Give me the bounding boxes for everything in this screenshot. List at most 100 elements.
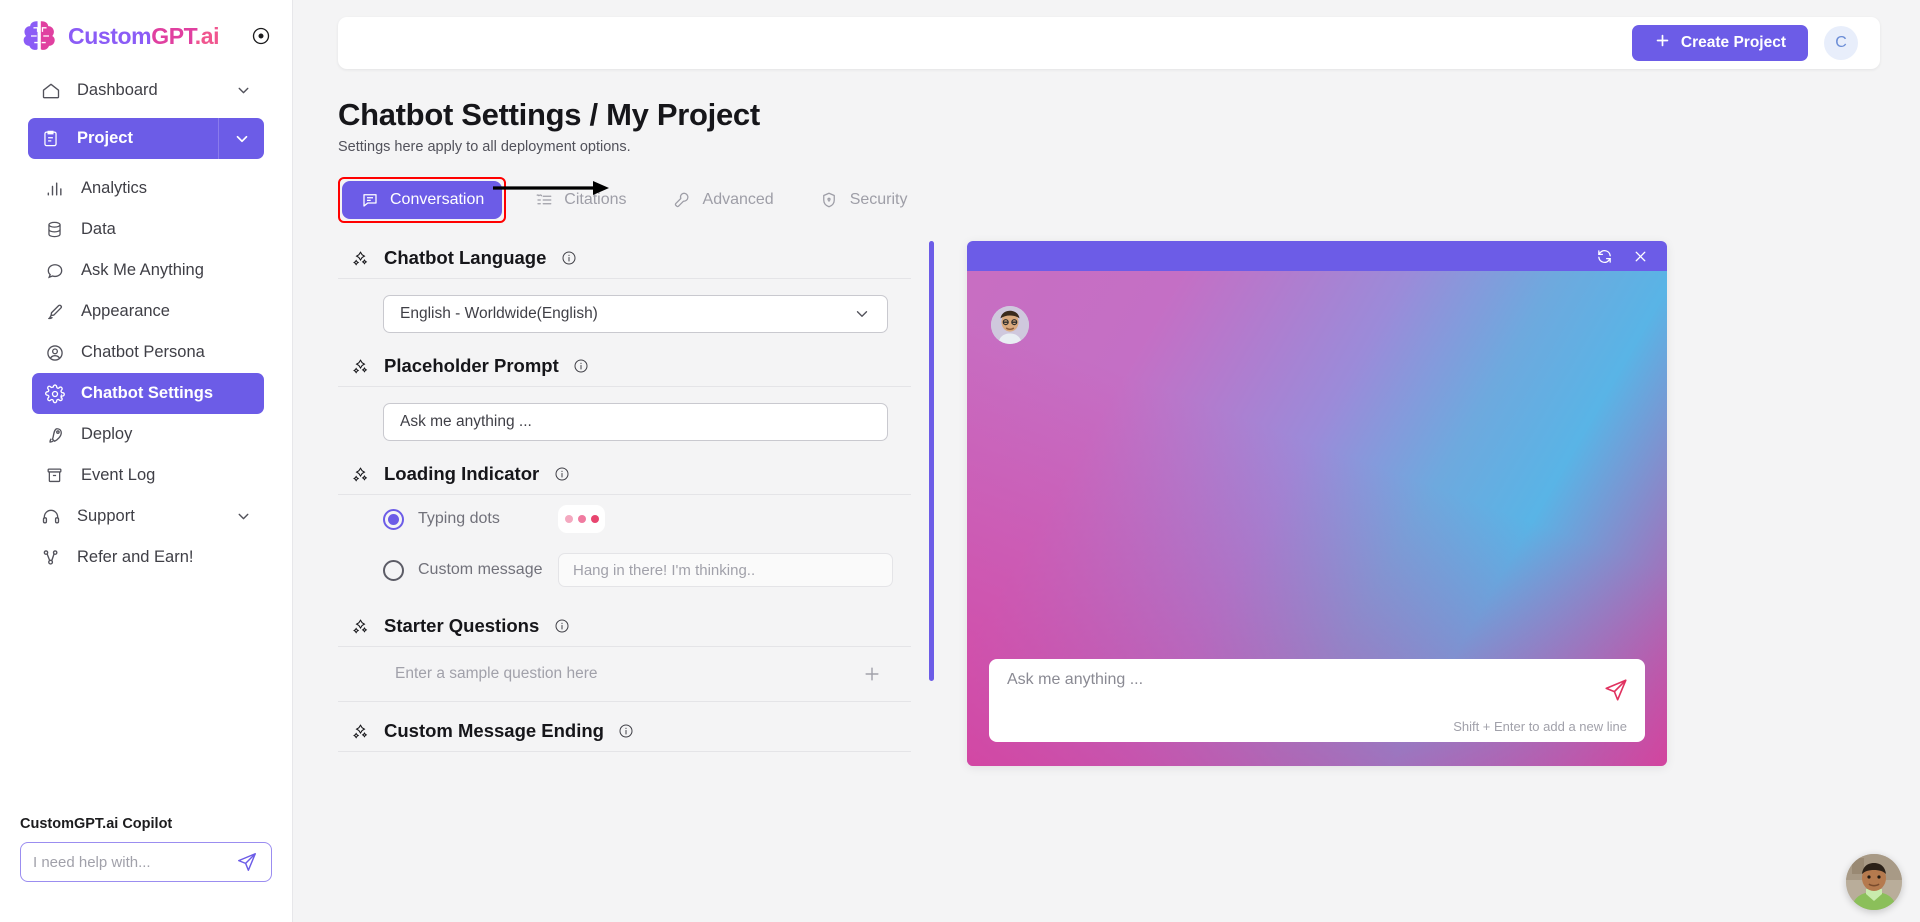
sparkle-icon [350,356,370,376]
section-custom-message-ending-header: Custom Message Ending [338,714,911,752]
tab-advanced[interactable]: Advanced [655,181,792,219]
section-placeholder-prompt-header: Placeholder Prompt [338,349,911,387]
bot-avatar-icon [991,306,1029,344]
tab-security[interactable]: Security [802,181,926,219]
refresh-icon[interactable] [1595,247,1613,265]
page-title: Chatbot Settings / My Project [338,97,760,132]
top-bar: Create Project C [338,17,1880,69]
sidebar-item-chatbot-persona[interactable]: Chatbot Persona [32,332,264,373]
copilot-input-box[interactable] [20,842,272,882]
placeholder-prompt-input[interactable] [400,413,871,431]
tab-label: Security [849,191,908,208]
starter-question-input[interactable] [395,665,861,683]
paper-plane-icon[interactable] [235,850,259,874]
sidebar-item-dashboard[interactable]: Dashboard [28,70,264,111]
loading-option-custom-message-row: Custom message [338,543,911,597]
sidebar-item-label: Chatbot Persona [81,343,205,361]
database-icon [44,219,65,240]
copilot-title: CustomGPT.ai Copilot [20,816,173,832]
sidebar-item-analytics[interactable]: Analytics [32,168,264,209]
sidebar-item-label: Dashboard [77,81,158,99]
chevron-down-icon[interactable] [853,305,871,323]
sidebar-item-label: Refer and Earn! [77,548,194,566]
plus-icon[interactable] [861,663,883,685]
chat-widget-header [967,241,1667,271]
chatbot-language-value: English - Worldwide(English) [400,305,598,322]
rocket-icon [44,424,65,445]
chat-input-card[interactable]: Ask me anything ... Shift + Enter to add… [989,659,1645,742]
gear-icon [44,383,65,404]
settings-scrollbar[interactable] [929,241,934,681]
info-icon[interactable] [553,466,570,483]
info-icon[interactable] [573,358,590,375]
custom-message-input[interactable] [573,561,878,579]
sparkle-icon [350,248,370,268]
tab-conversation[interactable]: Conversation [342,181,503,219]
info-icon[interactable] [618,723,635,740]
sidebar-item-label: Project [77,129,133,147]
custom-message-input-wrap[interactable] [558,553,893,587]
sidebar-item-label: Analytics [81,179,148,197]
sidebar-nav: Dashboard Project Analytics Data Ask Me … [0,64,292,578]
brand-name-part2: GPT [151,22,195,49]
home-icon [40,80,61,101]
tab-label: Advanced [702,191,774,208]
sidebar-item-support[interactable]: Support [28,496,264,537]
brand-name-part3: .ai [194,22,220,49]
project-expand-button[interactable] [218,118,264,159]
radio-label: Typing dots [418,510,500,527]
sidebar-item-event-log[interactable]: Event Log [32,455,264,496]
loading-option-typing-dots-row: Typing dots [338,495,911,543]
plus-icon [1654,32,1671,54]
conversation-icon [360,191,379,210]
placeholder-prompt-input-wrap[interactable] [383,403,888,441]
chevron-down-icon[interactable] [234,508,252,526]
brain-icon [20,18,60,54]
section-title: Custom Message Ending [384,720,604,741]
close-icon[interactable] [1631,247,1649,265]
sidebar-item-chatbot-settings[interactable]: Chatbot Settings [32,373,264,414]
bar-chart-icon [44,178,65,199]
sidebar-item-appearance[interactable]: Appearance [32,291,264,332]
radio-custom-message[interactable] [383,559,404,581]
copilot-input[interactable] [33,853,235,871]
section-starter-questions-header: Starter Questions [338,609,911,647]
sidebar-item-deploy[interactable]: Deploy [32,414,264,455]
starter-question-row [338,647,911,702]
create-project-button[interactable]: Create Project [1631,25,1808,61]
section-title: Starter Questions [384,615,540,636]
chatbot-language-field-row: English - Worldwide(English) [338,279,911,349]
avatar[interactable]: C [1824,26,1858,60]
archive-icon [44,465,65,486]
chevron-down-icon[interactable] [234,82,252,100]
typing-dots-preview [558,505,605,533]
sparkle-icon [350,464,370,484]
sidebar-item-refer-and-earn[interactable]: Refer and Earn! [28,537,264,578]
section-title: Loading Indicator [384,463,540,484]
conversation-tab-highlight: Conversation [338,177,507,223]
info-icon[interactable] [553,618,570,635]
support-agent-avatar-icon[interactable] [1846,854,1902,910]
radio-label: Custom message [418,561,543,578]
chat-bubble-icon [44,260,65,281]
user-circle-icon [44,342,65,363]
chatbot-language-select[interactable]: English - Worldwide(English) [383,295,888,333]
collapse-circle-icon[interactable] [250,25,272,47]
chat-input-hint: Shift + Enter to add a new line [1453,719,1627,734]
chat-preview: Ask me anything ... Shift + Enter to add… [967,241,1667,766]
paper-plane-icon[interactable] [1603,677,1629,703]
radio-typing-dots[interactable] [383,508,404,530]
section-loading-indicator-header: Loading Indicator [338,457,911,495]
info-icon[interactable] [560,250,577,267]
sidebar-item-data[interactable]: Data [32,209,264,250]
chat-widget-body: Ask me anything ... Shift + Enter to add… [967,271,1667,766]
sidebar-item-label: Support [77,507,135,525]
sidebar-item-label: Event Log [81,466,156,484]
sidebar-item-ask-me-anything[interactable]: Ask Me Anything [32,250,264,291]
section-title: Placeholder Prompt [384,355,559,376]
brand-row: CustomGPT.ai [0,0,292,64]
sidebar: CustomGPT.ai Dashboard Project Analytics… [0,0,293,922]
sidebar-item-project[interactable]: Project [28,118,264,159]
section-title: Chatbot Language [384,247,547,268]
content-area: Chatbot Language English - Worldwide(Eng… [293,241,1920,766]
